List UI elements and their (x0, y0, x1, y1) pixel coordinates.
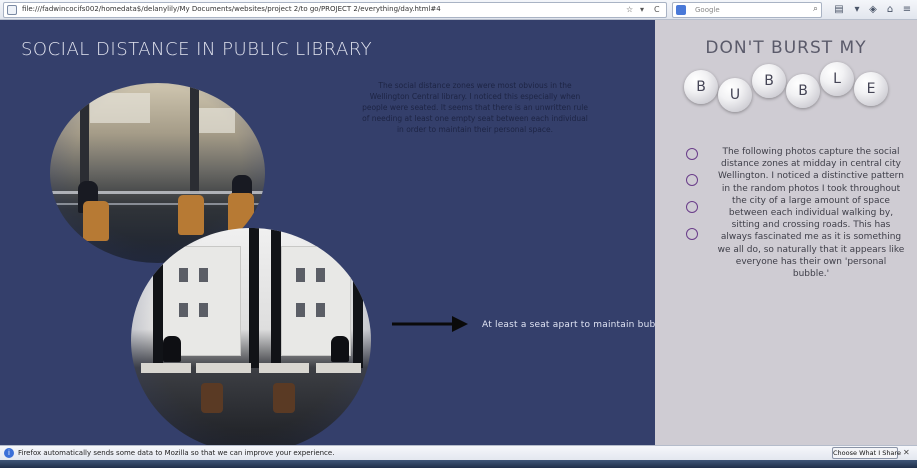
taskbar (0, 460, 917, 468)
building-window (199, 268, 208, 282)
bubble-letter: U (718, 78, 752, 112)
chair-shape (83, 201, 109, 241)
window-frame (153, 228, 163, 368)
sidebar-paragraph: The following photos capture the social … (717, 147, 905, 280)
window-frame (271, 228, 281, 368)
dropdown-icon[interactable]: ▾ (640, 5, 644, 15)
building-window (179, 268, 188, 282)
pillar-shape (190, 83, 199, 193)
window-frame (249, 228, 259, 368)
building-window (296, 268, 305, 282)
arrow-right-icon (392, 316, 468, 332)
bubble-letter: L (820, 62, 854, 96)
refresh-icon[interactable]: C (654, 5, 660, 15)
table-shape (316, 363, 361, 373)
person-shape (163, 336, 181, 362)
bubble-word: B U B B L E (680, 60, 895, 112)
browser-toolbar: file:///fadwincocifs002/homedata$/delany… (0, 0, 917, 20)
window-shape (195, 108, 235, 133)
building-window (199, 303, 208, 317)
search-placeholder: Google (695, 6, 720, 14)
home-icon[interactable]: ⌂ (883, 3, 897, 17)
library-photo-bottom (131, 228, 371, 453)
menu-icon[interactable]: ≡ (900, 3, 914, 17)
close-icon[interactable]: ✕ (903, 448, 910, 457)
search-input[interactable]: Google ⌕ (672, 2, 822, 18)
download-icon[interactable]: ▾ (850, 3, 864, 17)
address-bar[interactable]: file:///fadwincocifs002/homedata$/delany… (3, 2, 667, 18)
table-shape (196, 363, 251, 373)
bubble-letter: E (854, 72, 888, 106)
pocket-icon[interactable]: ◈ (866, 3, 880, 17)
url-text: file:///fadwincocifs002/homedata$/delany… (22, 5, 441, 13)
chair-shape (178, 195, 204, 235)
notification-text: Firefox automatically sends some data to… (18, 449, 335, 457)
right-panel: DON'T BURST MY B U B B L E The following… (655, 20, 917, 445)
bullet-circle-icon (686, 148, 698, 160)
chair-shape (201, 383, 223, 413)
building-window (296, 303, 305, 317)
bullet-circle-icon (686, 228, 698, 240)
bookmarks-icon[interactable]: ▤ (832, 3, 846, 17)
window-frame (353, 228, 363, 368)
building-window (316, 303, 325, 317)
building-window (316, 268, 325, 282)
bubble-letter: B (786, 74, 820, 108)
notification-bar: i Firefox automatically sends some data … (0, 445, 917, 460)
person-shape (331, 336, 349, 362)
search-icon[interactable]: ⌕ (813, 4, 818, 14)
search-engine-icon[interactable] (676, 5, 686, 15)
sidebar-title: DON'T BURST MY (705, 38, 867, 58)
table-shape (259, 363, 309, 373)
window-shape (90, 93, 150, 123)
bubble-letter: B (684, 70, 718, 104)
building-window (179, 303, 188, 317)
pillar-shape (80, 83, 89, 193)
intro-paragraph: The social distance zones were most obvi… (362, 81, 588, 134)
chair-shape (228, 193, 254, 233)
info-icon: i (4, 448, 14, 458)
chair-shape (273, 383, 295, 413)
page-icon (7, 5, 17, 15)
table-shape (141, 363, 191, 373)
bullet-circle-icon (686, 174, 698, 186)
choose-what-i-share-button[interactable]: Choose What I Share (832, 447, 901, 459)
bubble-letter: B (752, 64, 786, 98)
photo-caption: At least a seat apart to maintain bubbbl… (482, 320, 676, 330)
page-title: SOCIAL DISTANCE IN PUBLIC LIBRARY (21, 39, 373, 60)
bullet-circle-icon (686, 201, 698, 213)
star-icon[interactable]: ☆ (626, 5, 633, 15)
left-panel: SOCIAL DISTANCE IN PUBLIC LIBRARY The so… (0, 20, 675, 453)
